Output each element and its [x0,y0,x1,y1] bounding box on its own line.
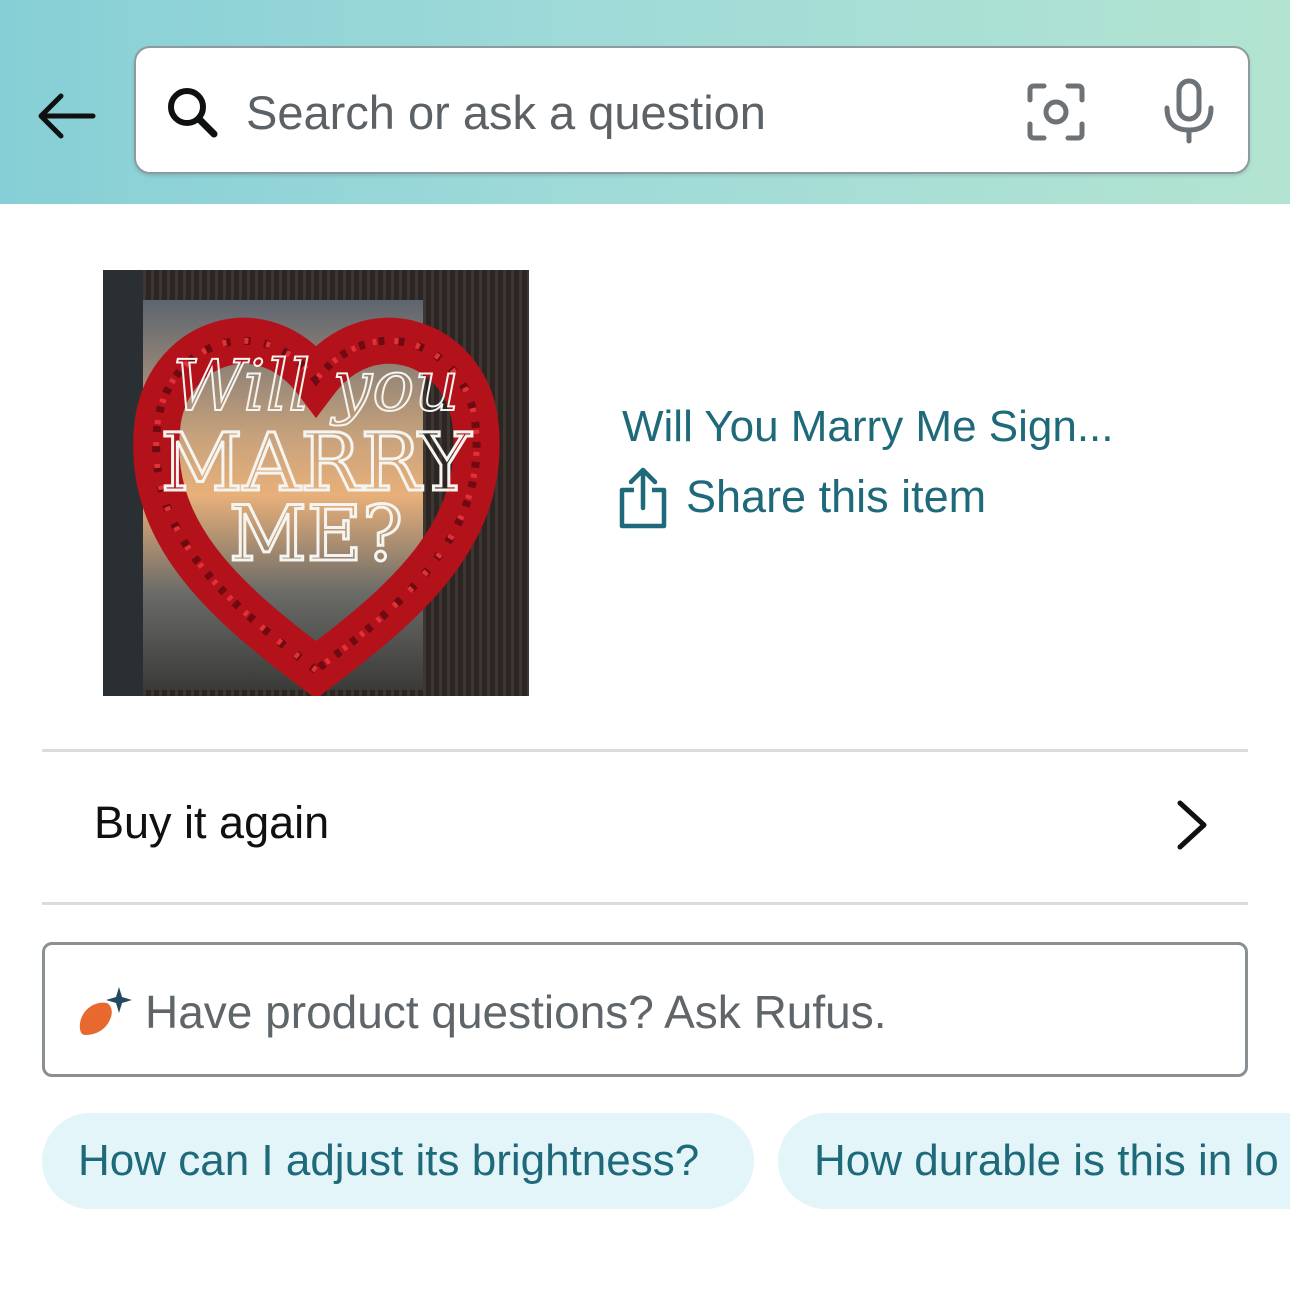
share-item-button[interactable]: Share this item [618,462,986,532]
search-icon [168,88,218,138]
svg-text:Will you: Will you [173,345,460,427]
top-header [0,0,1290,204]
ask-rufus-input[interactable]: Have product questions? Ask Rufus. [42,942,1248,1077]
product-title-link[interactable]: Will You Marry Me Sign... [622,402,1114,452]
suggestion-chip[interactable]: How durable is this in lo [778,1113,1290,1209]
share-icon [619,467,667,529]
marry-me-sign-photo: Will you MARRY ME? [103,270,529,696]
svg-text:ME?: ME? [229,489,403,578]
rufus-icon [79,987,132,1035]
suggestion-chip-label: How can I adjust its brightness? [78,1136,700,1185]
divider [42,749,1248,752]
product-image[interactable]: Will you MARRY ME? [103,270,529,696]
back-arrow-icon [38,93,96,139]
camera-lens-icon[interactable] [1026,82,1086,142]
divider [42,902,1248,905]
microphone-icon[interactable] [1158,78,1220,144]
suggestion-chip[interactable]: How can I adjust its brightness? [42,1113,754,1209]
ask-rufus-placeholder: Have product questions? Ask Rufus. [145,986,887,1038]
suggestion-chips: How can I adjust its brightness? How dur… [42,1113,1290,1209]
suggestion-chip-label: How durable is this in lo [814,1136,1279,1185]
search-bar[interactable] [134,46,1250,174]
chevron-right-icon [1177,800,1207,850]
search-input[interactable] [246,74,986,150]
product-page: Will you MARRY ME? Will You Marry Me Sig… [0,0,1290,1293]
back-button[interactable] [30,80,102,152]
buy-it-again-row[interactable]: Buy it again [42,753,1248,903]
buy-it-again-label: Buy it again [94,797,330,848]
share-item-label: Share this item [686,471,987,522]
